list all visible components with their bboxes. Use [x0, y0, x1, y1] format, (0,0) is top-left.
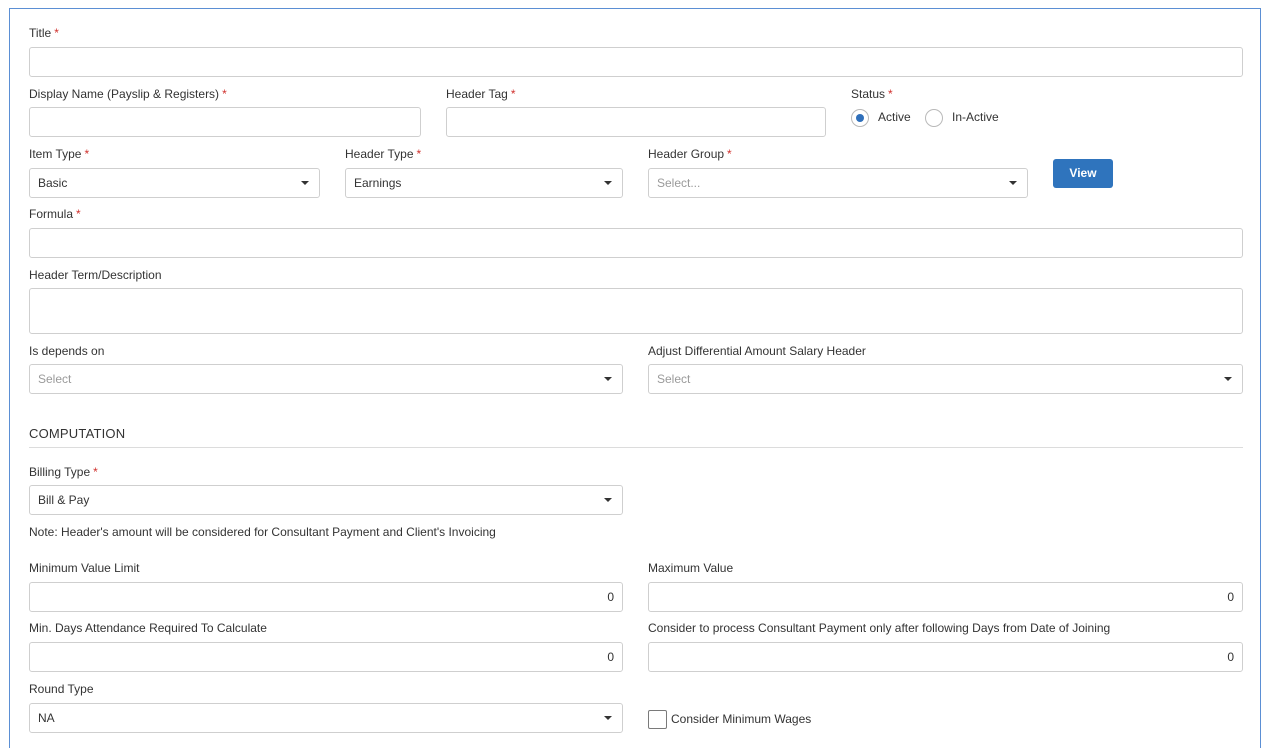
adjust-diff-placeholder: Select: [657, 372, 691, 386]
formula-label: Formula *: [29, 207, 81, 221]
title-input[interactable]: [29, 47, 1243, 77]
header-type-select[interactable]: Earnings: [345, 168, 623, 198]
billing-type-value: Bill & Pay: [38, 493, 90, 507]
min-days-input[interactable]: 0: [29, 642, 623, 672]
depends-on-placeholder: Select: [38, 372, 72, 386]
header-type-value: Earnings: [354, 176, 402, 190]
billing-type-label: Billing Type *: [29, 465, 98, 479]
header-term-label: Header Term/Description: [29, 268, 162, 282]
chevron-down-icon: [301, 181, 309, 185]
chevron-down-icon: [1224, 377, 1232, 381]
header-group-placeholder: Select...: [657, 176, 701, 190]
display-name-label: Display Name (Payslip & Registers) *: [29, 87, 227, 101]
round-type-select[interactable]: NA: [29, 703, 623, 733]
consider-days-input[interactable]: 0: [648, 642, 1243, 672]
header-tag-input[interactable]: [446, 107, 826, 137]
min-wages-checkbox[interactable]: [648, 710, 667, 729]
max-value-input[interactable]: 0: [648, 582, 1243, 612]
title-label: Title *: [29, 26, 59, 40]
depends-on-select[interactable]: Select: [29, 364, 623, 394]
computation-heading: COMPUTATION: [29, 426, 126, 441]
billing-note: Note: Header's amount will be considered…: [29, 525, 496, 539]
item-type-label: Item Type *: [29, 147, 90, 161]
status-inactive-label[interactable]: In-Active: [952, 110, 999, 124]
chevron-down-icon: [604, 377, 612, 381]
round-type-value: NA: [38, 711, 55, 725]
min-value-input[interactable]: 0: [29, 582, 623, 612]
view-button[interactable]: View: [1053, 159, 1113, 188]
chevron-down-icon: [604, 181, 612, 185]
header-term-textarea[interactable]: [29, 288, 1243, 334]
header-group-label: Header Group *: [648, 147, 732, 161]
min-value-label: Minimum Value Limit: [29, 561, 140, 575]
formula-input[interactable]: [29, 228, 1243, 258]
adjust-diff-select[interactable]: Select: [648, 364, 1243, 394]
item-type-value: Basic: [38, 176, 68, 190]
header-group-select[interactable]: Select...: [648, 168, 1028, 198]
chevron-down-icon: [604, 716, 612, 720]
status-active-radio[interactable]: [851, 109, 869, 127]
min-wages-label[interactable]: Consider Minimum Wages: [671, 712, 811, 726]
chevron-down-icon: [1009, 181, 1017, 185]
adjust-diff-label: Adjust Differential Amount Salary Header: [648, 344, 866, 358]
consider-days-label: Consider to process Consultant Payment o…: [648, 621, 1111, 635]
max-value-label: Maximum Value: [648, 561, 734, 575]
min-days-label: Min. Days Attendance Required To Calcula…: [29, 621, 267, 635]
depends-on-label: Is depends on: [29, 344, 105, 358]
section-divider: [29, 447, 1243, 448]
status-active-label[interactable]: Active: [878, 110, 911, 124]
item-type-select[interactable]: Basic: [29, 168, 320, 198]
header-type-label: Header Type *: [345, 147, 422, 161]
billing-type-select[interactable]: Bill & Pay: [29, 485, 623, 515]
round-type-label: Round Type: [29, 682, 94, 696]
chevron-down-icon: [604, 498, 612, 502]
header-tag-label: Header Tag *: [446, 87, 516, 101]
status-inactive-radio[interactable]: [925, 109, 943, 127]
display-name-input[interactable]: [29, 107, 421, 137]
status-label: Status *: [851, 87, 893, 101]
